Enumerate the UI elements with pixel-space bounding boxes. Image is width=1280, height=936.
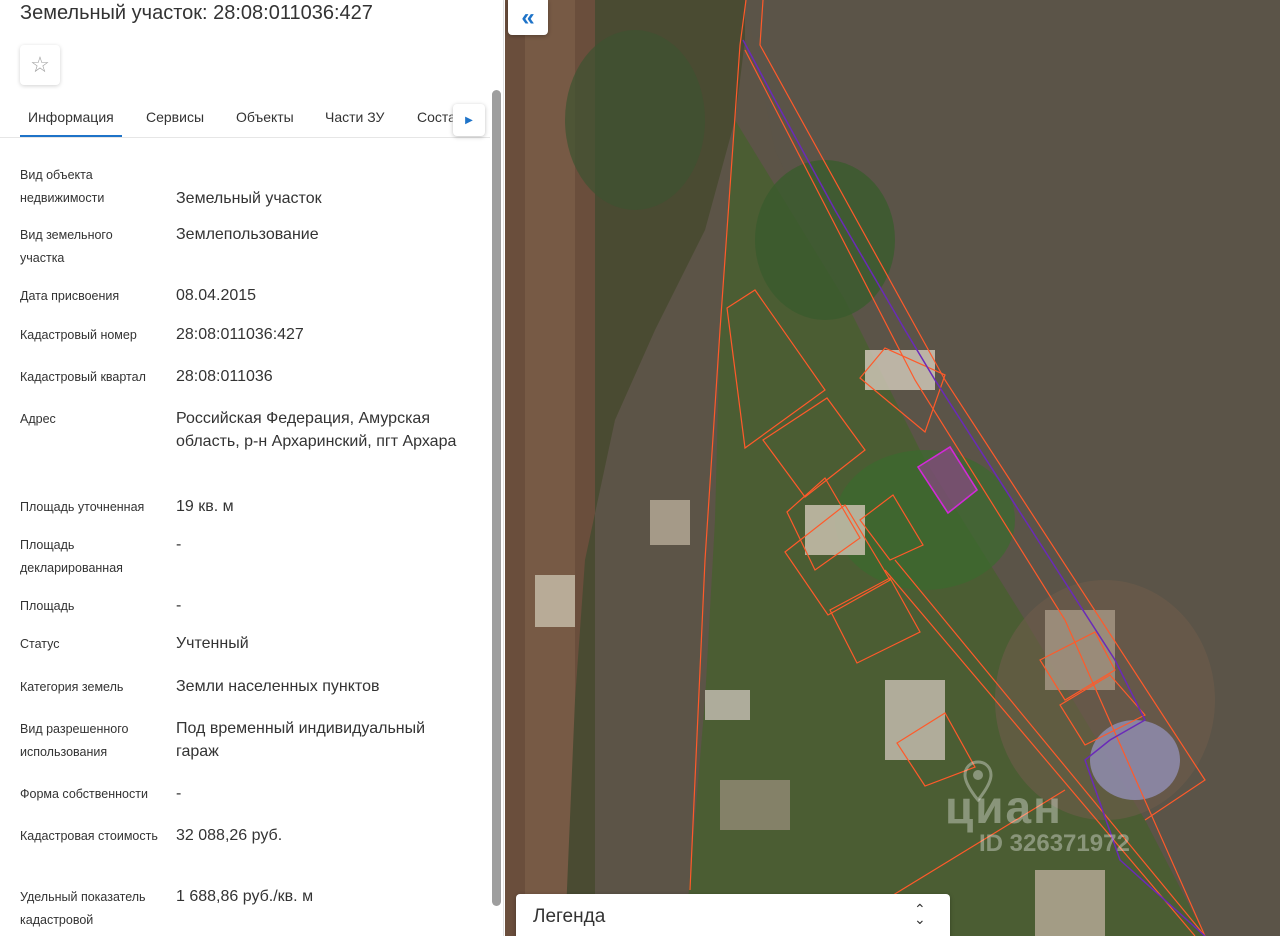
tab-services[interactable]: Сервисы [146,96,204,137]
info-label: Вид земельного участка [20,228,113,265]
info-value: - [176,785,182,802]
info-panel: Земельный участок: 28:08:011036:427 ☆ Ин… [0,0,504,936]
star-icon: ☆ [30,52,50,77]
info-label: Площадь декларированная [20,538,123,575]
info-label: Вид разрешенного использования [20,722,129,759]
info-value: - [176,597,182,614]
info-value: - [176,536,182,553]
info-label: Категория земель [20,680,124,694]
info-value: Землепользование [176,226,319,243]
page-title: Земельный участок: 28:08:011036:427 [20,2,373,24]
tab-information[interactable]: Информация [28,96,114,137]
collapse-panel-button[interactable]: « [508,0,548,35]
info-value: 19 кв. м [176,498,234,515]
info-label: Кадастровый номер [20,328,137,342]
panel-scrollbar[interactable] [492,90,501,906]
map-view[interactable] [505,0,1280,936]
info-value: 28:08:011036 [176,368,273,385]
info-label: Статус [20,637,60,651]
info-value: Земельный участок [176,190,322,207]
info-value: 08.04.2015 [176,287,257,304]
info-value: Российская Федерация, Амурская область, … [176,410,457,450]
info-label: Кадастровый квартал [20,370,146,384]
watermark-brand: циан [945,781,1063,833]
favorite-button[interactable]: ☆ [20,45,60,85]
tab-parts[interactable]: Части ЗУ [325,96,384,137]
info-value: Под временный индивидуальный гараж [176,720,426,760]
tabs-next-button[interactable]: ▶ [453,104,485,136]
info-label: Площадь уточненная [20,500,145,514]
info-label: Площадь [20,599,75,613]
info-label: Удельный показатель кадастровой [20,890,146,927]
info-label: Дата присвоения [20,289,120,303]
map-canvas [505,0,1280,936]
watermark-id: ID 326371972 [979,830,1130,857]
tab-objects[interactable]: Объекты [236,96,294,137]
info-value: Учтенный [176,635,249,652]
info-label: Форма собственности [20,787,148,801]
chevron-up-down-icon[interactable]: ⌃ ⌄ [914,902,926,926]
tab-bar: Информация Сервисы Объекты Части ЗУ Сост… [0,96,490,138]
info-value: 28:08:011036:427 [176,326,304,343]
legend-panel[interactable]: Легенда ⌃ ⌄ [516,894,950,936]
info-label: Вид объекта недвижимости [20,168,105,205]
legend-label: Легенда [533,906,606,927]
info-value: 32 088,26 руб. [176,827,283,844]
double-chevron-left-icon: « [521,3,535,31]
chevron-right-icon: ▶ [465,114,473,126]
active-tab-indicator [20,135,122,137]
info-label: Кадастровая стоимость [20,829,158,843]
info-value: 1 688,86 руб./кв. м [176,888,314,905]
info-label: Адрес [20,412,56,426]
info-value: Земли населенных пунктов [176,678,380,695]
